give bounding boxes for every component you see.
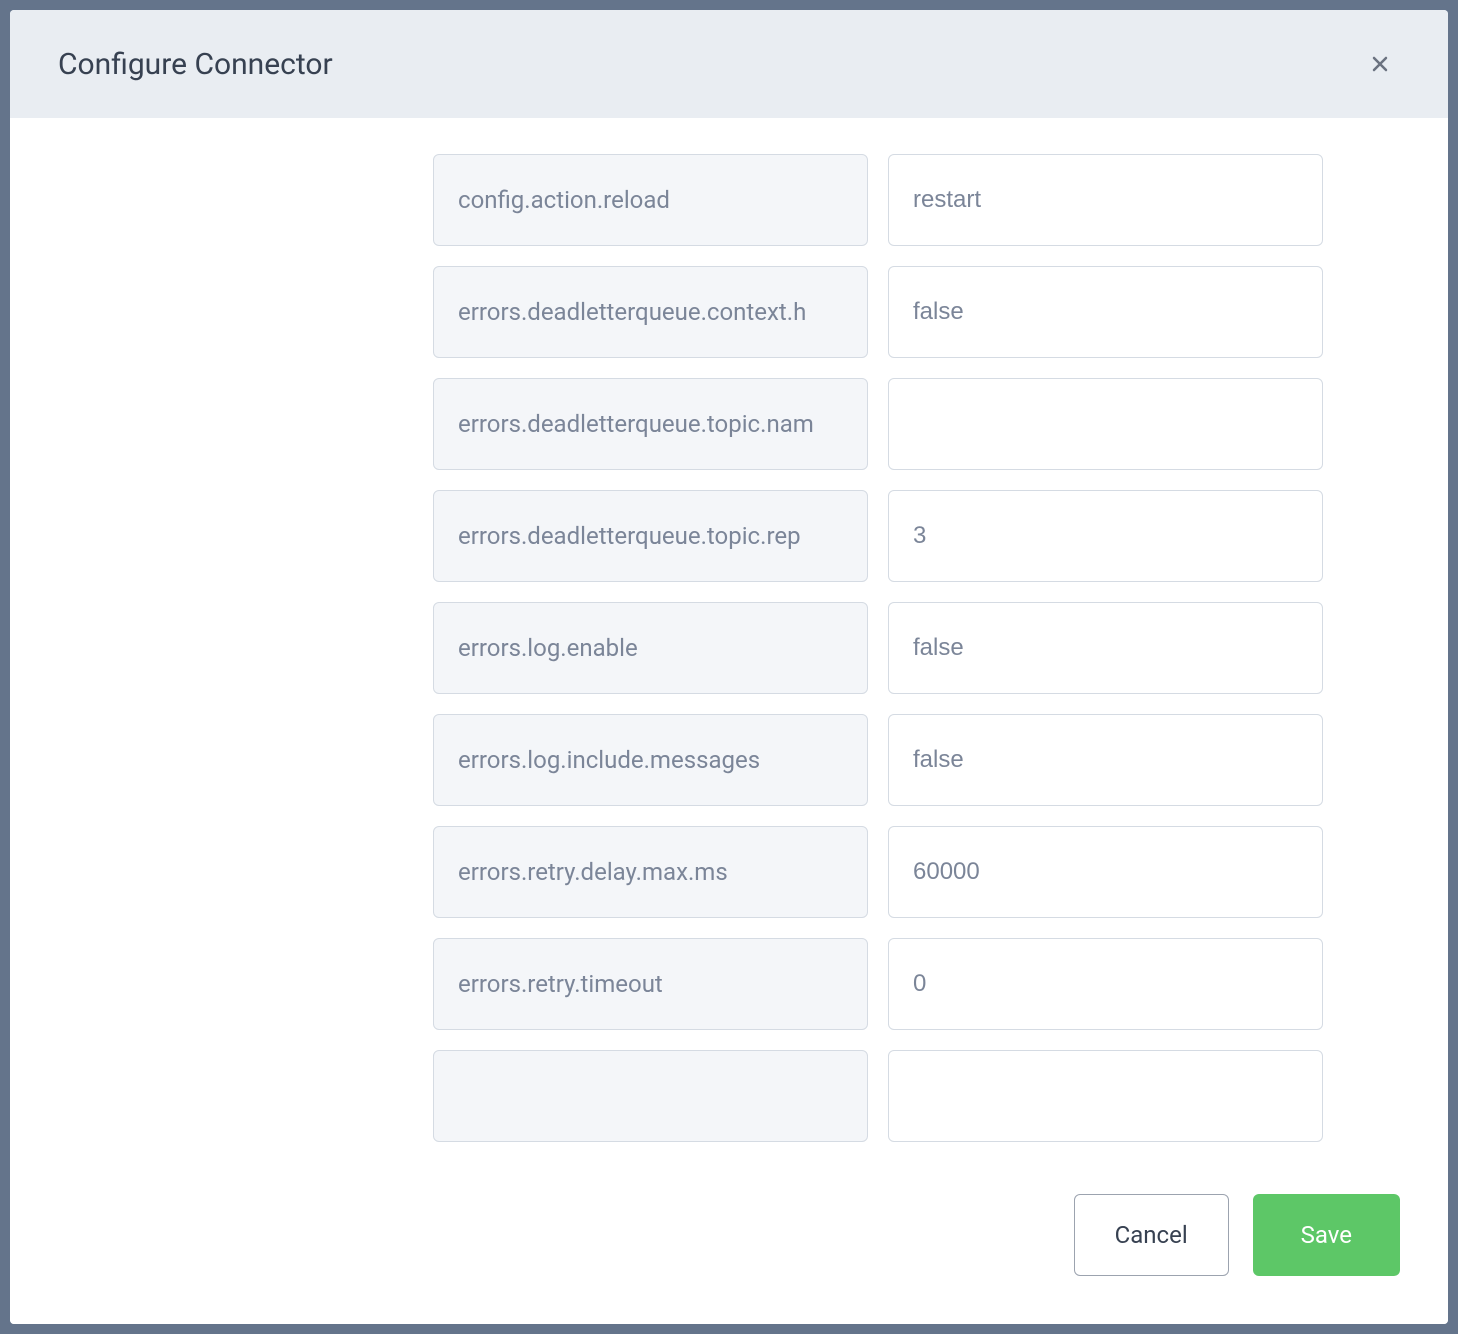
close-icon	[1368, 52, 1392, 76]
config-value-input[interactable]	[888, 602, 1323, 694]
save-button[interactable]: Save	[1253, 1194, 1400, 1276]
config-row	[433, 1050, 1323, 1142]
config-row: config.action.reload	[433, 154, 1323, 246]
modal-body[interactable]: config.action.reload errors.deadletterqu…	[10, 118, 1448, 1145]
config-row: errors.deadletterqueue.topic.rep	[433, 490, 1323, 582]
config-key-field[interactable]: errors.deadletterqueue.topic.rep	[433, 490, 868, 582]
config-row: errors.retry.timeout	[433, 938, 1323, 1030]
config-key-field[interactable]: errors.log.include.messages	[433, 714, 868, 806]
modal-header: Configure Connector	[10, 10, 1448, 118]
close-button[interactable]	[1360, 44, 1400, 84]
config-key-field[interactable]: errors.deadletterqueue.context.h	[433, 266, 868, 358]
modal-title: Configure Connector	[58, 47, 333, 82]
config-form: config.action.reload errors.deadletterqu…	[433, 154, 1323, 1142]
config-key-field[interactable]: errors.log.enable	[433, 602, 868, 694]
config-value-input[interactable]	[888, 714, 1323, 806]
config-key-field[interactable]: config.action.reload	[433, 154, 868, 246]
config-value-input[interactable]	[888, 938, 1323, 1030]
config-row: errors.deadletterqueue.topic.nam	[433, 378, 1323, 470]
config-row: errors.deadletterqueue.context.h	[433, 266, 1323, 358]
configure-connector-modal: Configure Connector config.action.reload…	[10, 10, 1448, 1324]
config-row: errors.log.enable	[433, 602, 1323, 694]
modal-footer: Cancel Save	[10, 1145, 1448, 1324]
config-value-input[interactable]	[888, 266, 1323, 358]
config-value-input[interactable]	[888, 154, 1323, 246]
config-row: errors.retry.delay.max.ms	[433, 826, 1323, 918]
config-value-input[interactable]	[888, 490, 1323, 582]
cancel-button[interactable]: Cancel	[1074, 1194, 1229, 1276]
config-key-field[interactable]: errors.retry.timeout	[433, 938, 868, 1030]
config-key-field[interactable]: errors.deadletterqueue.topic.nam	[433, 378, 868, 470]
config-key-field[interactable]: errors.retry.delay.max.ms	[433, 826, 868, 918]
config-row: errors.log.include.messages	[433, 714, 1323, 806]
config-value-input[interactable]	[888, 826, 1323, 918]
config-value-input[interactable]	[888, 378, 1323, 470]
config-key-field[interactable]	[433, 1050, 868, 1142]
config-value-input[interactable]	[888, 1050, 1323, 1142]
